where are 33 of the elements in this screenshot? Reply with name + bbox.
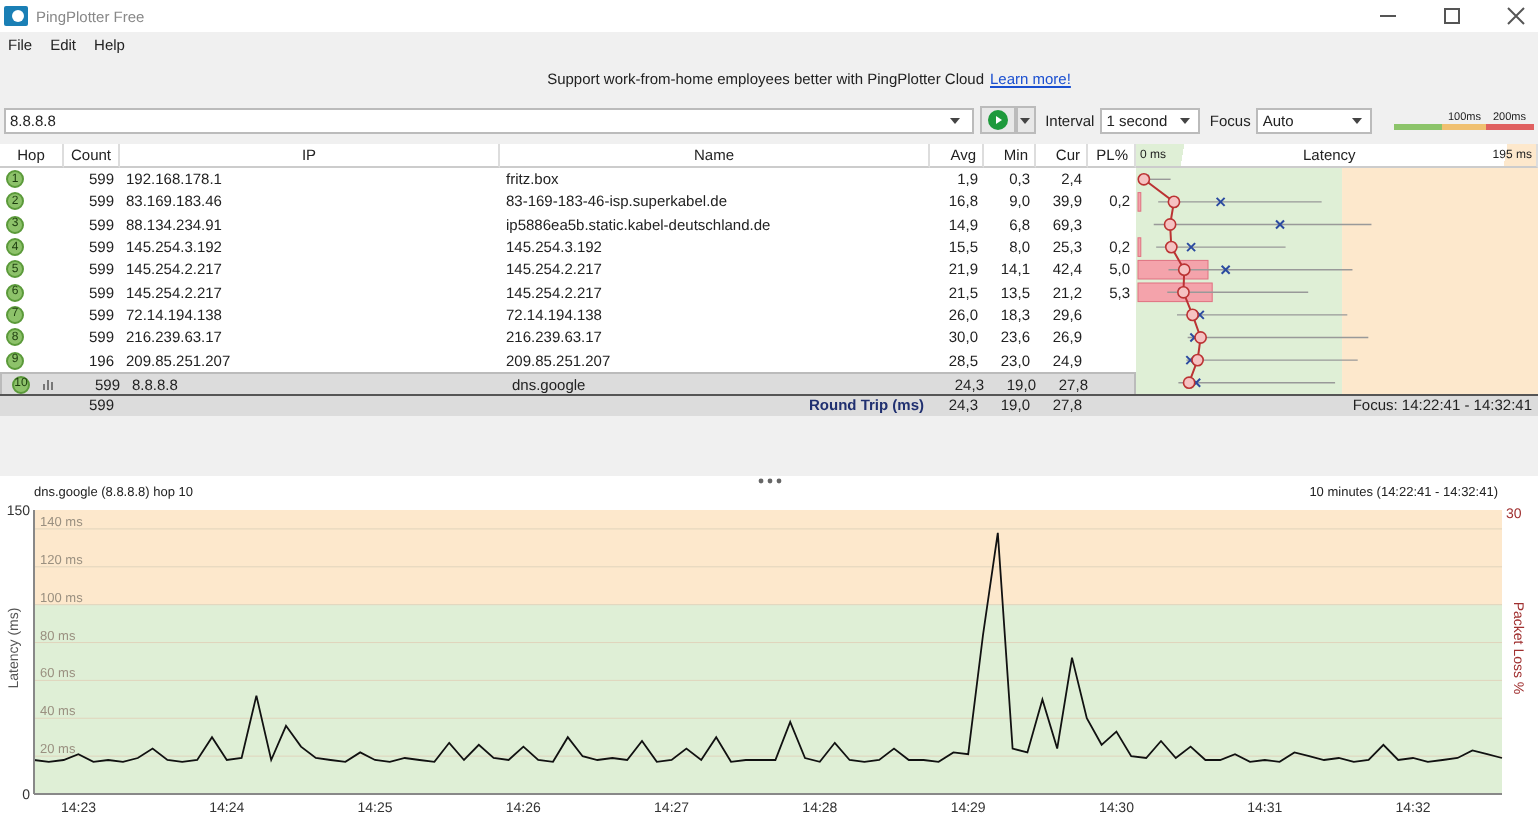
- average-point: [1167, 195, 1181, 209]
- caret-icon: [1020, 117, 1031, 123]
- close-icon[interactable]: [1506, 6, 1526, 26]
- play-icon: [987, 110, 1008, 130]
- latency-legend-bar: [1394, 123, 1535, 129]
- graph-icon: [42, 378, 56, 391]
- current-marker: [1220, 264, 1231, 275]
- packet-loss-bar: [1137, 192, 1142, 212]
- average-point: [1191, 353, 1204, 367]
- packet-loss-bar: [1137, 282, 1213, 303]
- dropdown-button[interactable]: [1015, 106, 1036, 134]
- average-point: [1194, 331, 1207, 344]
- current-marker: [1189, 332, 1200, 343]
- current-marker: [1275, 219, 1285, 230]
- current-marker: [1185, 355, 1196, 366]
- average-point: [1182, 376, 1196, 390]
- maximize-icon[interactable]: [1442, 6, 1462, 26]
- start-button[interactable]: [979, 106, 1016, 134]
- range-line: [1155, 246, 1287, 248]
- current-marker: [1194, 309, 1205, 320]
- current-marker: [1191, 377, 1202, 388]
- average-point: [1186, 308, 1199, 322]
- average-point: [1137, 172, 1151, 186]
- current-marker: [1215, 196, 1226, 207]
- current-marker: [1186, 242, 1197, 253]
- caret-icon: [949, 117, 960, 123]
- average-point: [1164, 240, 1178, 254]
- average-point: [1163, 218, 1177, 231]
- average-point: [1177, 263, 1191, 277]
- splitter-handle-icon[interactable]: [757, 477, 781, 484]
- caret-icon: [1179, 117, 1190, 123]
- range-line: [1166, 291, 1309, 293]
- caret-icon: [1352, 117, 1363, 123]
